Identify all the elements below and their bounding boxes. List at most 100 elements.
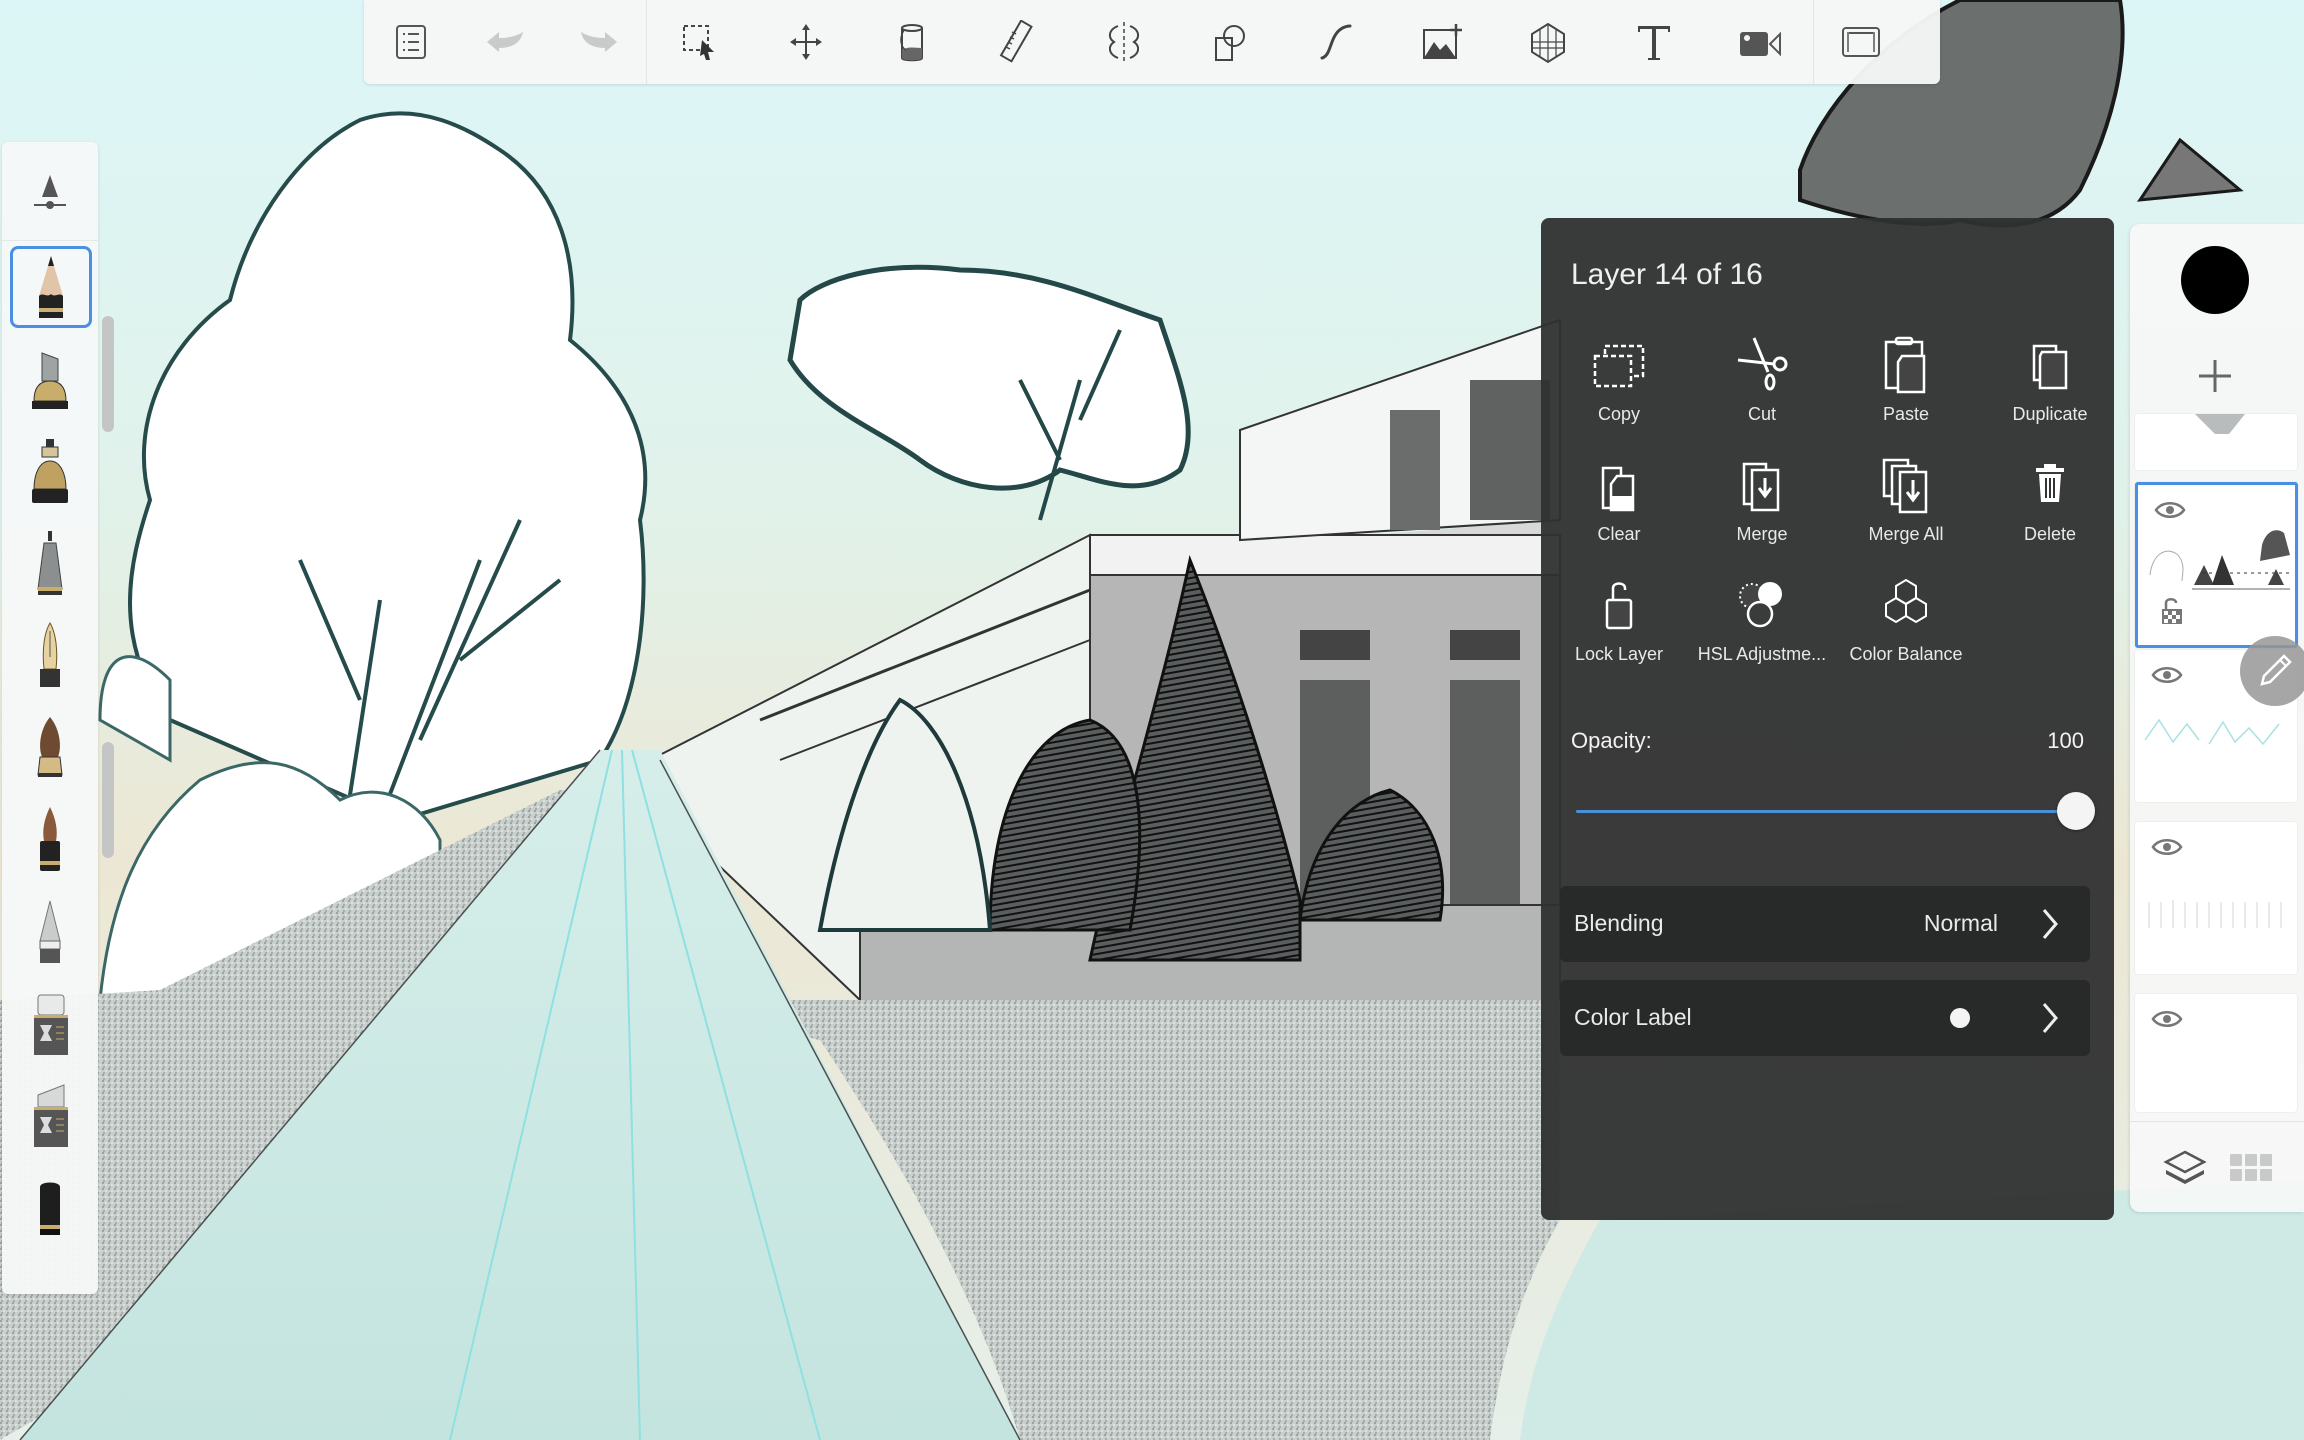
scissors-icon <box>1737 337 1788 391</box>
brush-airbrush[interactable] <box>10 892 90 972</box>
duplicate-icon <box>2032 344 2068 390</box>
color-balance-cubes-icon <box>1885 578 1927 624</box>
lock-layer-button[interactable]: Lock Layer <box>1547 568 1691 678</box>
transform-tool-button[interactable] <box>753 0 859 84</box>
transparency-lock-icon[interactable] <box>2160 597 2184 625</box>
import-image-button[interactable] <box>1389 0 1495 84</box>
color-balance-button[interactable]: Color Balance <box>1834 568 1978 678</box>
merge-label: Merge <box>1736 524 1788 544</box>
time-lapse-button[interactable] <box>1707 0 1813 84</box>
marker-angled-brush-icon <box>34 1084 68 1147</box>
brush-round-paint[interactable] <box>10 708 90 788</box>
current-color-swatch[interactable] <box>2181 246 2249 314</box>
symmetry-tool-button[interactable] <box>1071 0 1177 84</box>
marker-chisel-brush-icon <box>32 352 68 409</box>
layer-panel-title: Layer 14 of 16 <box>1571 258 1763 291</box>
redo-button[interactable] <box>552 0 646 84</box>
opacity-slider-track <box>1576 810 2076 813</box>
fullscreen-frame-icon <box>1842 27 1880 57</box>
round-paint-brush-icon <box>37 717 63 777</box>
blending-label: Blending <box>1574 910 1664 936</box>
duplicate-layer-button[interactable]: Duplicate <box>1978 328 2122 438</box>
layers-stack-icon[interactable] <box>2160 1142 2210 1192</box>
fullscreen-button[interactable] <box>1814 0 1908 84</box>
merge-all-layers-button[interactable]: Merge All <box>1834 448 1978 558</box>
chevron-right-icon <box>2042 1003 2058 1033</box>
eye-visibility-icon[interactable] <box>2151 836 2183 858</box>
airbrush-icon <box>39 900 61 963</box>
list-menu-icon <box>396 25 426 59</box>
color-balance-label: Color Balance <box>1849 644 1963 664</box>
layer-thumbnail[interactable] <box>2135 822 2297 974</box>
hsl-adjustment-button[interactable]: HSL Adjustme... <box>1690 568 1834 678</box>
merge-down-icon <box>1742 462 1780 512</box>
edit-layer-button[interactable] <box>2240 636 2304 706</box>
shapes-tool-button[interactable] <box>1177 0 1283 84</box>
merge-layer-button[interactable]: Merge <box>1690 448 1834 558</box>
merge-all-label: Merge All <box>1868 524 1944 544</box>
paste-layer-button[interactable]: Paste <box>1834 328 1978 438</box>
color-label-swatch <box>1950 1008 1970 1028</box>
selection-tool-button[interactable] <box>647 0 753 84</box>
redo-icon <box>581 32 617 52</box>
add-image-icon <box>1423 24 1462 59</box>
brush-eraser[interactable] <box>10 1168 90 1248</box>
layers-sidebar <box>2130 224 2304 1212</box>
brush-palette <box>2 142 98 1294</box>
clear-layer-button[interactable]: Clear <box>1547 448 1691 558</box>
layer-thumbnail[interactable] <box>2135 994 2297 1112</box>
chevron-right-icon <box>2042 909 2058 939</box>
brush-marker-angled[interactable] <box>10 1076 90 1156</box>
brush-marker-chisel[interactable] <box>10 340 90 420</box>
opacity-value: 100 <box>2047 728 2084 753</box>
layer-thumbnail-selected[interactable] <box>2135 482 2298 648</box>
opacity-slider[interactable] <box>1576 792 2095 832</box>
toolbar-view-group <box>1814 0 1908 84</box>
predictive-stroke-button[interactable] <box>1283 0 1389 84</box>
blending-mode-row[interactable]: Blending Normal <box>1560 886 2090 962</box>
copy-layer-button[interactable]: Copy <box>1547 328 1691 438</box>
layer-thumbnail-above[interactable] <box>2135 414 2297 470</box>
cut-layer-button[interactable]: Cut <box>1690 328 1834 438</box>
grid-icon[interactable] <box>2226 1142 2276 1192</box>
perspective-guide-button[interactable] <box>1495 0 1601 84</box>
menu-button[interactable] <box>364 0 458 84</box>
eye-visibility-icon[interactable] <box>2154 499 2186 521</box>
delete-layer-button[interactable]: Delete <box>1978 448 2122 558</box>
cut-label: Cut <box>1747 404 1776 424</box>
brush-palette-drag-handle-bottom[interactable] <box>102 742 114 858</box>
brush-palette-drag-handle-top[interactable] <box>102 316 114 432</box>
opacity-slider-thumb[interactable] <box>2057 792 2095 830</box>
fill-tool-button[interactable] <box>859 0 965 84</box>
duplicate-label: Duplicate <box>2012 404 2088 424</box>
brush-pointed-paint[interactable] <box>10 800 90 880</box>
pencil-brush-icon <box>39 256 63 318</box>
brush-fountain-pen[interactable] <box>10 616 90 696</box>
text-tool-button[interactable] <box>1601 0 1707 84</box>
stroke-icon <box>1320 24 1352 60</box>
delete-label: Delete <box>2023 524 2077 544</box>
layer-thumbnail-image <box>2144 718 2280 746</box>
undo-button[interactable] <box>458 0 552 84</box>
brush-marker-flat[interactable] <box>10 984 90 1064</box>
text-icon <box>1638 26 1670 60</box>
selection-icon <box>683 25 714 60</box>
undo-icon <box>487 32 523 52</box>
color-label-label: Color Label <box>1574 1004 1692 1030</box>
ruler-tool-button[interactable] <box>965 0 1071 84</box>
fineliner-brush-icon <box>32 439 68 503</box>
brush-ballpoint[interactable] <box>10 524 90 604</box>
pencil-edit-icon <box>2260 654 2292 686</box>
add-layer-button[interactable] <box>2185 346 2245 406</box>
clipboard-paste-icon <box>1884 336 1926 394</box>
brush-size-opacity-button[interactable] <box>2 142 98 241</box>
brush-fineliner[interactable] <box>10 432 90 512</box>
eye-visibility-icon[interactable] <box>2151 1008 2183 1030</box>
move-icon <box>790 24 822 60</box>
toolbar-history-group <box>364 0 646 84</box>
color-label-row[interactable]: Color Label <box>1560 980 2090 1056</box>
toolbar-tools-group <box>647 0 1813 84</box>
brush-pencil[interactable] <box>10 246 92 328</box>
eye-visibility-icon[interactable] <box>2151 664 2183 686</box>
pointed-paint-brush-icon <box>40 807 60 871</box>
